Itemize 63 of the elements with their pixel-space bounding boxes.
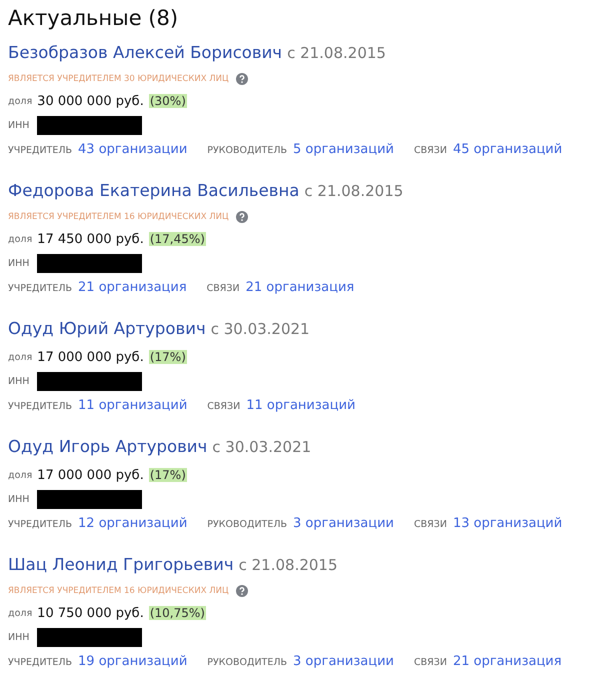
organizations-link[interactable]: 5 организаций: [293, 142, 394, 156]
share-amount: 17 450 000 руб.: [37, 232, 144, 246]
role-label: УЧРЕДИТЕЛЬ: [8, 518, 72, 530]
share-amount: 10 750 000 руб.: [37, 606, 144, 620]
organizations-link[interactable]: 43 организации: [78, 142, 188, 156]
organizations-link[interactable]: 3 организации: [293, 654, 394, 668]
role-label: СВЯЗИ: [206, 282, 240, 294]
person-name-link[interactable]: Федорова Екатерина Васильевна: [8, 181, 300, 200]
share-label: доля: [8, 608, 32, 618]
share-percent: (30%): [148, 94, 187, 108]
role-label: РУКОВОДИТЕЛЬ: [207, 144, 288, 156]
since-date: с 21.08.2015: [238, 556, 338, 574]
organizations-link[interactable]: 13 организаций: [452, 516, 562, 530]
organizations-link[interactable]: 11 организаций: [78, 398, 188, 412]
help-icon[interactable]: [236, 73, 248, 85]
role-label: РУКОВОДИТЕЛЬ: [207, 656, 288, 668]
since-date: с 30.03.2021: [212, 438, 312, 456]
inn-label: ИНН: [8, 258, 30, 268]
founder-note: ЯВЛЯЕТСЯ УЧРЕДИТЕЛЕМ 16 ЮРИДИЧЕСКИХ ЛИЦ: [8, 212, 229, 222]
inn-label: ИНН: [8, 494, 30, 504]
inn-label: ИНН: [8, 120, 30, 130]
role-label: СВЯЗИ: [414, 144, 447, 156]
help-icon[interactable]: [236, 211, 248, 223]
share-amount: 17 000 000 руб.: [37, 468, 144, 482]
person-name-link[interactable]: Безобразов Алексей Борисович: [8, 43, 282, 62]
share-label: доля: [8, 352, 32, 362]
share-label: доля: [8, 234, 32, 244]
share-percent: (17,45%): [148, 232, 206, 246]
role-label: СВЯЗИ: [414, 656, 447, 668]
share-percent: (17%): [148, 350, 187, 364]
person-name-link[interactable]: Одуд Юрий Артурович: [8, 319, 206, 338]
organizations-link[interactable]: 45 организаций: [452, 142, 562, 156]
organizations-link[interactable]: 21 организация: [78, 280, 187, 294]
share-label: доля: [8, 96, 32, 106]
founder-note: ЯВЛЯЕТСЯ УЧРЕДИТЕЛЕМ 16 ЮРИДИЧЕСКИХ ЛИЦ: [8, 586, 229, 596]
organizations-link[interactable]: 3 организации: [293, 516, 394, 530]
organizations-link[interactable]: 12 организаций: [78, 516, 188, 530]
share-percent: (10,75%): [148, 606, 206, 620]
role-label: СВЯЗИ: [207, 400, 240, 412]
share-percent: (17%): [148, 468, 187, 482]
person-name-link[interactable]: Одуд Игорь Артурович: [8, 437, 208, 456]
role-label: СВЯЗИ: [414, 518, 447, 530]
role-label: УЧРЕДИТЕЛЬ: [8, 656, 72, 668]
help-icon[interactable]: [236, 585, 248, 597]
share-label: доля: [8, 470, 32, 480]
inn-label: ИНН: [8, 632, 30, 642]
founder-note: ЯВЛЯЕТСЯ УЧРЕДИТЕЛЕМ 30 ЮРИДИЧЕСКИХ ЛИЦ: [8, 74, 229, 84]
since-date: с 30.03.2021: [210, 320, 310, 338]
organizations-link[interactable]: 11 организаций: [246, 398, 356, 412]
since-date: с 21.08.2015: [287, 44, 386, 62]
organizations-link[interactable]: 21 организация: [452, 654, 562, 668]
inn-label: ИНН: [8, 376, 30, 386]
since-date: с 21.08.2015: [304, 182, 404, 200]
role-label: РУКОВОДИТЕЛЬ: [207, 518, 288, 530]
role-label: УЧРЕДИТЕЛЬ: [8, 282, 72, 294]
person-name-link[interactable]: Шац Леонид Григорьевич: [8, 555, 234, 574]
section-heading: Актуальные (8): [8, 5, 180, 31]
share-amount: 17 000 000 руб.: [37, 350, 144, 364]
share-amount: 30 000 000 руб.: [37, 94, 144, 108]
organizations-link[interactable]: 19 организаций: [78, 654, 188, 668]
role-label: УЧРЕДИТЕЛЬ: [8, 144, 72, 156]
role-label: УЧРЕДИТЕЛЬ: [8, 400, 72, 412]
organizations-link[interactable]: 21 организация: [246, 280, 354, 294]
